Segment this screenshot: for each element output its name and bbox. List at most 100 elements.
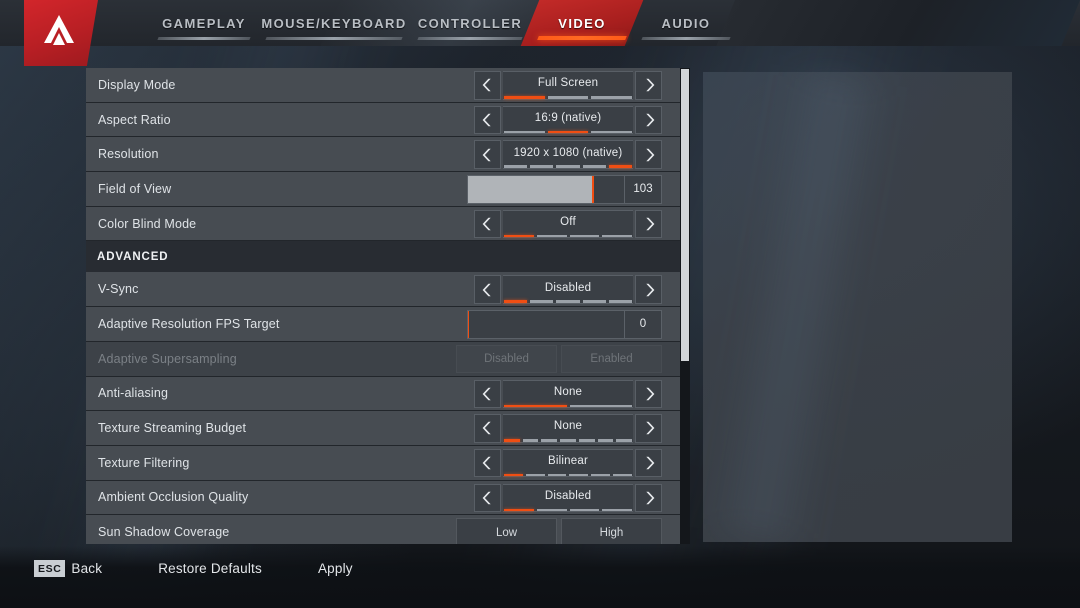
stepper-previous-button[interactable] bbox=[474, 209, 501, 239]
stepper-segment bbox=[504, 234, 534, 238]
setting-row: Adaptive Resolution FPS Target 0 bbox=[86, 307, 680, 342]
stepper-value-box: Off bbox=[503, 209, 633, 239]
stepper-next-button[interactable] bbox=[635, 483, 662, 513]
stepper-segment bbox=[569, 473, 589, 477]
stepper-previous-button[interactable] bbox=[474, 448, 501, 478]
stepper-value-box: Full Screen bbox=[503, 71, 633, 100]
stepper-control: 16:9 (native) bbox=[474, 105, 662, 135]
stepper-value: None bbox=[553, 420, 583, 433]
toggle-option-high[interactable]: High bbox=[561, 518, 662, 544]
stepper-position-indicator bbox=[504, 473, 632, 477]
stepper-control: None bbox=[474, 414, 662, 443]
stepper-previous-button[interactable] bbox=[474, 71, 501, 100]
chevron-right-icon bbox=[645, 283, 654, 296]
tab-controller[interactable]: CONTROLLER bbox=[410, 0, 530, 46]
slider-value: 103 bbox=[625, 175, 662, 204]
slider-track[interactable] bbox=[467, 310, 625, 339]
stepper-segment bbox=[613, 473, 632, 477]
stepper-segment bbox=[556, 300, 580, 303]
tab-label: VIDEO bbox=[558, 15, 606, 31]
tab-label: MOUSE/KEYBOARD bbox=[261, 15, 407, 31]
setting-label: Adaptive Resolution FPS Target bbox=[98, 316, 280, 331]
tab-underline bbox=[417, 37, 523, 40]
back-button[interactable]: ESC Back bbox=[34, 560, 102, 577]
setting-row: Aspect Ratio 16:9 (native) bbox=[86, 102, 680, 138]
stepper-next-button[interactable] bbox=[635, 71, 662, 100]
chevron-left-icon bbox=[482, 113, 491, 127]
tab-gameplay[interactable]: GAMEPLAY bbox=[150, 0, 258, 46]
settings-rows: Display Mode Full Screen Aspect Ratio 16:9 … bbox=[86, 68, 680, 544]
stepper-previous-button[interactable] bbox=[474, 140, 501, 169]
stepper-segment bbox=[522, 439, 539, 442]
toggle-option-low[interactable]: Low bbox=[456, 518, 557, 544]
setting-row: Display Mode Full Screen bbox=[86, 68, 680, 103]
preview-glow bbox=[703, 66, 893, 548]
tab-underline bbox=[265, 37, 403, 40]
slider-fill bbox=[468, 176, 593, 203]
tab-audio[interactable]: AUDIO bbox=[634, 0, 738, 46]
footer-actions: ESC Back Restore Defaults Apply bbox=[34, 560, 409, 577]
stepper-position-indicator bbox=[504, 404, 632, 407]
stepper-value: None bbox=[553, 385, 583, 398]
setting-label: Texture Filtering bbox=[98, 455, 190, 470]
stepper-previous-button[interactable] bbox=[474, 483, 501, 513]
stepper-control: Bilinear bbox=[474, 448, 662, 478]
slider-track[interactable] bbox=[467, 175, 625, 204]
stepper-value-box: Bilinear bbox=[503, 448, 633, 478]
stepper-segment bbox=[582, 300, 606, 303]
stepper-previous-button[interactable] bbox=[474, 379, 501, 408]
stepper-segment bbox=[504, 508, 534, 512]
apply-button[interactable]: Apply bbox=[318, 561, 353, 576]
stepper-control: None bbox=[474, 379, 662, 408]
apex-legends-logo-icon bbox=[24, 0, 98, 66]
slider-handle[interactable] bbox=[468, 311, 469, 338]
stepper-segment bbox=[569, 404, 632, 407]
stepper-next-button[interactable] bbox=[635, 414, 662, 443]
stepper-value: Disabled bbox=[544, 489, 592, 502]
stepper-segment bbox=[602, 508, 632, 512]
slider-handle[interactable] bbox=[591, 176, 594, 203]
chevron-left-icon bbox=[482, 387, 491, 401]
stepper-previous-button[interactable] bbox=[474, 105, 501, 135]
stepper-segment bbox=[530, 300, 554, 303]
stepper-previous-button[interactable] bbox=[474, 414, 501, 443]
setting-row: Color Blind Mode Off bbox=[86, 206, 680, 242]
stepper-segment bbox=[536, 234, 567, 238]
restore-defaults-button[interactable]: Restore Defaults bbox=[158, 561, 262, 576]
stepper-position-indicator bbox=[504, 300, 633, 303]
advanced-section-header: ADVANCED bbox=[86, 241, 680, 273]
tab-video[interactable]: VIDEO bbox=[520, 0, 644, 46]
stepper-segment bbox=[504, 165, 528, 168]
stepper-next-button[interactable] bbox=[635, 105, 662, 135]
stepper-value: Disabled bbox=[544, 281, 592, 294]
stepper-position-indicator bbox=[504, 508, 632, 512]
slider-control: 103 bbox=[467, 175, 662, 204]
esc-key-badge: ESC bbox=[34, 560, 66, 577]
stepper-next-button[interactable] bbox=[635, 275, 662, 304]
back-button-label: Back bbox=[71, 561, 103, 576]
chevron-left-icon bbox=[482, 148, 491, 161]
stepper-next-button[interactable] bbox=[635, 379, 662, 408]
stepper-previous-button[interactable] bbox=[474, 275, 501, 304]
setting-row: V-Sync Disabled bbox=[86, 272, 680, 308]
stepper-control: Disabled bbox=[474, 483, 662, 513]
stepper-control: Off bbox=[474, 209, 662, 239]
chevron-left-icon bbox=[482, 217, 491, 231]
tab-mouse-keyboard[interactable]: MOUSE/KEYBOARD bbox=[258, 0, 410, 46]
stepper-segment bbox=[547, 130, 589, 134]
stepper-segment bbox=[591, 473, 611, 477]
chevron-right-icon bbox=[645, 113, 654, 127]
stepper-segment bbox=[569, 508, 600, 512]
stepper-value-box: None bbox=[503, 379, 633, 408]
stepper-position-indicator bbox=[504, 130, 633, 134]
stepper-position-indicator bbox=[504, 234, 632, 238]
stepper-position-indicator bbox=[504, 439, 633, 442]
stepper-next-button[interactable] bbox=[635, 209, 662, 239]
settings-scrollbar-thumb[interactable] bbox=[681, 69, 689, 361]
stepper-control: Disabled bbox=[474, 275, 662, 304]
setting-label: Texture Streaming Budget bbox=[98, 421, 247, 436]
setting-label: Display Mode bbox=[98, 77, 176, 92]
setting-label: Resolution bbox=[98, 147, 159, 162]
stepper-next-button[interactable] bbox=[635, 448, 662, 478]
stepper-next-button[interactable] bbox=[635, 140, 662, 169]
